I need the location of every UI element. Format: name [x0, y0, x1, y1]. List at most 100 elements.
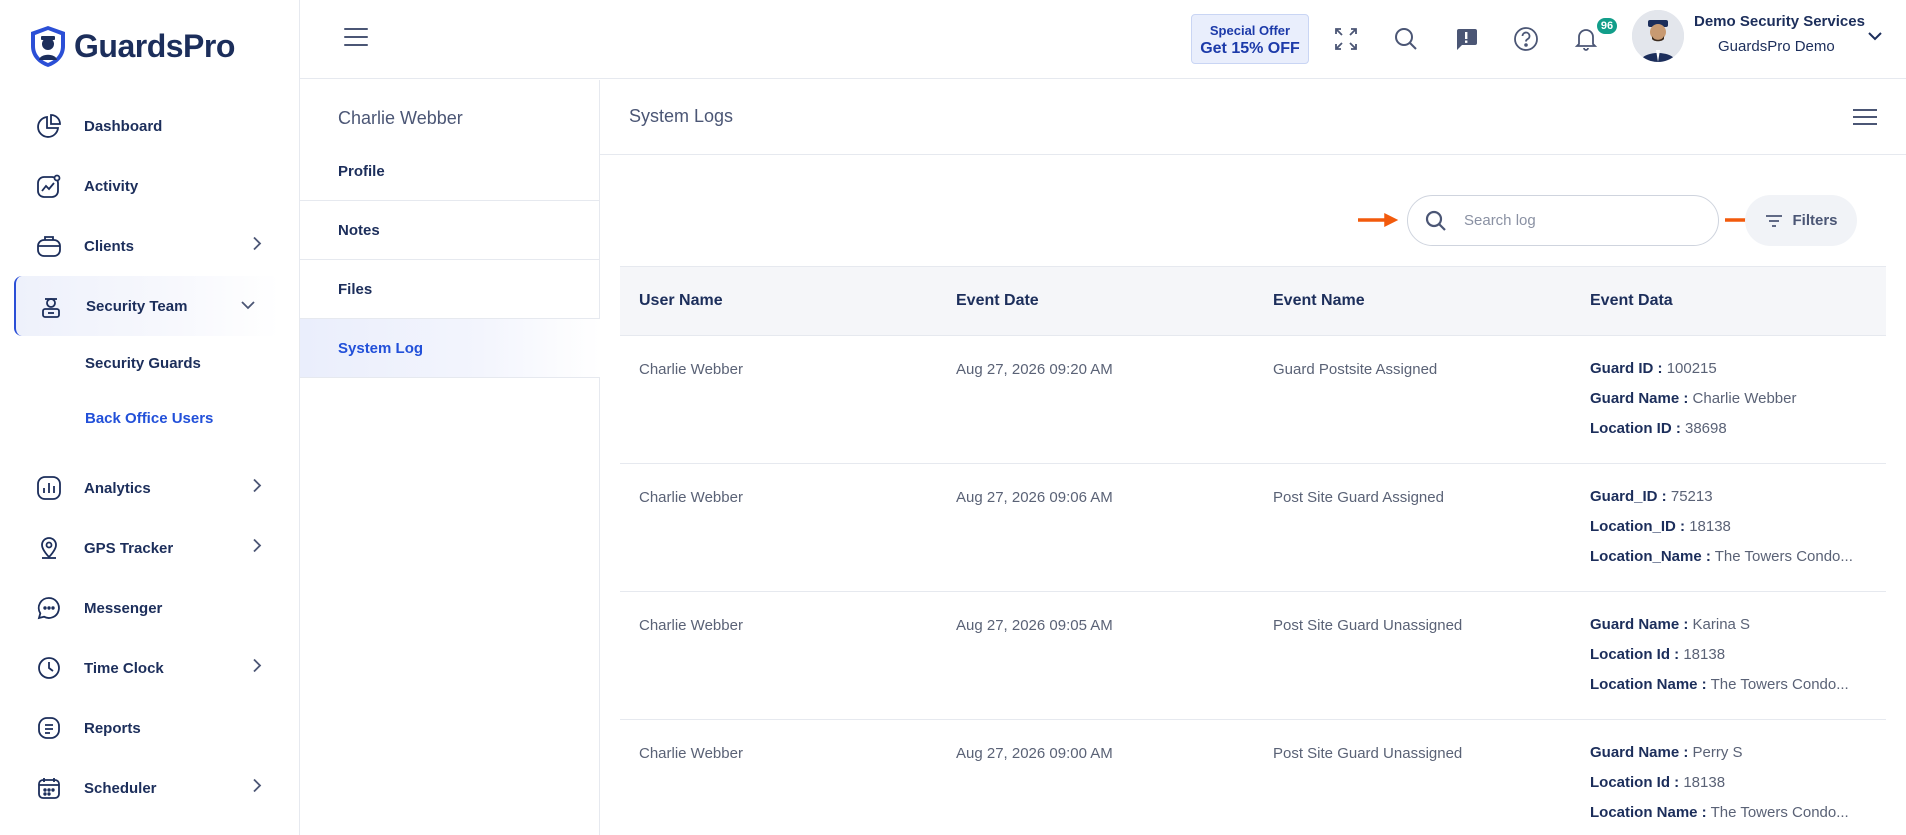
offer-discount: Get 15% OFF [1200, 40, 1300, 57]
cell-event-date: Aug 27, 2026 09:00 AM [956, 745, 1113, 762]
event-data-key: Location_ID : [1590, 519, 1686, 535]
pie-chart-icon [34, 111, 64, 141]
options-menu-icon[interactable] [1853, 109, 1877, 129]
search-input[interactable] [1464, 212, 1694, 229]
column-header-event-data[interactable]: Event Data [1571, 292, 1886, 310]
table-header: User Name Event Date Event Name Event Da… [620, 266, 1886, 336]
sidebar-item-label: Messenger [84, 599, 163, 617]
sidebar-item-label: GPS Tracker [84, 539, 174, 557]
event-data-value: Karina S [1692, 617, 1751, 633]
sidebar-subitem-back-office-users[interactable]: Back Office Users [0, 391, 300, 446]
sidebar-item-gps-tracker[interactable]: GPS Tracker [0, 518, 300, 578]
sidebar-subitem-security-guards[interactable]: Security Guards [0, 336, 300, 391]
sidebar-item-scheduler[interactable]: Scheduler [0, 758, 300, 818]
table-row[interactable]: Charlie Webber Aug 27, 2026 09:05 AM Pos… [620, 592, 1886, 720]
column-header-event-name[interactable]: Event Name [1254, 292, 1571, 310]
sidebar-item-label: Time Clock [84, 659, 164, 677]
event-data-key: Location ID : [1590, 421, 1681, 437]
map-pin-icon [34, 533, 64, 563]
chevron-right-icon [252, 658, 262, 679]
cell-event-name: Post Site Guard Assigned [1273, 489, 1444, 506]
tab-profile[interactable]: Profile [300, 142, 600, 201]
special-offer-button[interactable]: Special Offer Get 15% OFF [1191, 14, 1309, 64]
search-log-box[interactable] [1407, 195, 1719, 246]
user-avatar-icon [1632, 10, 1684, 62]
event-data-value: Perry S [1692, 745, 1743, 761]
filters-button[interactable]: Filters [1745, 195, 1857, 246]
sidebar-item-analytics[interactable]: Analytics [0, 458, 300, 518]
user-display-name[interactable]: Demo Security Services [1694, 13, 1865, 30]
sidebar-item-label: Clients [84, 237, 135, 255]
main-content: System Logs Filters User Name Event Date… [600, 80, 1906, 835]
cell-event-data: Guard Name : Perry S Location Id : 18138… [1571, 720, 1886, 835]
notification-count-badge: 96 [1595, 16, 1619, 36]
cell-event-name: Post Site Guard Unassigned [1273, 745, 1463, 762]
event-data-key: Guard Name : [1590, 617, 1689, 633]
sidebar-item-label: Scheduler [84, 779, 157, 797]
event-data-value: The Towers Condo... [1710, 805, 1849, 821]
event-data-value: 38698 [1685, 421, 1727, 437]
cell-event-name: Guard Postsite Assigned [1273, 361, 1438, 378]
column-header-user-name[interactable]: User Name [620, 292, 937, 310]
menu-toggle-icon[interactable] [344, 28, 368, 48]
sidebar-item-time-clock[interactable]: Time Clock [0, 638, 300, 698]
event-data-value: The Towers Condo... [1710, 677, 1849, 693]
feedback-icon[interactable] [1451, 24, 1481, 54]
sidebar-item-dashboard[interactable]: Dashboard [0, 96, 300, 156]
sidebar-item-reports[interactable]: Reports [0, 698, 300, 758]
event-data-key: Location Name : [1590, 677, 1707, 693]
offer-title: Special Offer [1209, 23, 1291, 38]
sidebar-item-label: Activity [84, 177, 139, 195]
cell-user-name: Charlie Webber [639, 617, 743, 634]
clock-icon [34, 653, 64, 683]
chevron-down-icon [240, 297, 256, 315]
event-data-key: Guard_ID : [1590, 489, 1667, 505]
chevron-down-icon[interactable] [1867, 28, 1883, 46]
sidebar-item-security-team[interactable]: Security Team [14, 276, 280, 336]
cell-event-data: Guard_ID : 75213 Location_ID : 18138 Loc… [1571, 464, 1886, 591]
tab-files[interactable]: Files [300, 260, 600, 319]
event-data-value: Charlie Webber [1692, 391, 1797, 407]
cell-event-date: Aug 27, 2026 09:06 AM [956, 489, 1113, 506]
event-data-key: Location Name : [1590, 805, 1707, 821]
event-data-key: Location Id : [1590, 775, 1680, 791]
table-row[interactable]: Charlie Webber Aug 27, 2026 09:00 AM Pos… [620, 720, 1886, 835]
sidebar-item-activity[interactable]: Activity [0, 156, 300, 216]
annotation-arrow-icon [1358, 213, 1399, 227]
main-header: System Logs [600, 80, 1906, 155]
sidebar-item-label: Reports [84, 719, 141, 737]
filter-lines-icon [1766, 214, 1783, 227]
event-data-key: Location Id : [1590, 647, 1680, 663]
brand-logo[interactable]: GuardsPro [28, 24, 235, 68]
event-data-value: 18138 [1683, 775, 1726, 791]
sidebar-item-messenger[interactable]: Messenger [0, 578, 300, 638]
guard-icon [36, 291, 66, 321]
user-organization: GuardsPro Demo [1718, 38, 1835, 55]
fullscreen-icon[interactable] [1331, 24, 1361, 54]
search-icon [1424, 209, 1448, 233]
profile-menu: Profile Notes Files System Log [300, 142, 600, 378]
table-row[interactable]: Charlie Webber Aug 27, 2026 09:20 AM Gua… [620, 336, 1886, 464]
profile-person-name: Charlie Webber [338, 108, 463, 128]
event-data-value: The Towers Condo... [1714, 549, 1853, 565]
table-row[interactable]: Charlie Webber Aug 27, 2026 09:06 AM Pos… [620, 464, 1886, 592]
column-header-event-date[interactable]: Event Date [937, 292, 1254, 310]
system-log-table: User Name Event Date Event Name Event Da… [620, 266, 1886, 835]
cell-event-data: Guard Name : Karina S Location Id : 1813… [1571, 592, 1886, 719]
event-data-value: 100215 [1666, 361, 1717, 377]
help-icon[interactable] [1511, 24, 1541, 54]
briefcase-icon [34, 231, 64, 261]
sidebar-nav: Dashboard Activity Clients Security Team [0, 96, 300, 818]
sidebar-item-label: Dashboard [84, 117, 163, 135]
tab-notes[interactable]: Notes [300, 201, 600, 260]
cell-user-name: Charlie Webber [639, 361, 743, 378]
filters-label: Filters [1792, 212, 1838, 229]
event-data-key: Location_Name : [1590, 549, 1711, 565]
tab-system-log[interactable]: System Log [300, 319, 600, 378]
cell-event-date: Aug 27, 2026 09:20 AM [956, 361, 1113, 378]
search-icon[interactable] [1391, 24, 1421, 54]
avatar[interactable] [1632, 10, 1684, 62]
sidebar-item-clients[interactable]: Clients [0, 216, 300, 276]
cell-event-name: Post Site Guard Unassigned [1273, 617, 1463, 634]
